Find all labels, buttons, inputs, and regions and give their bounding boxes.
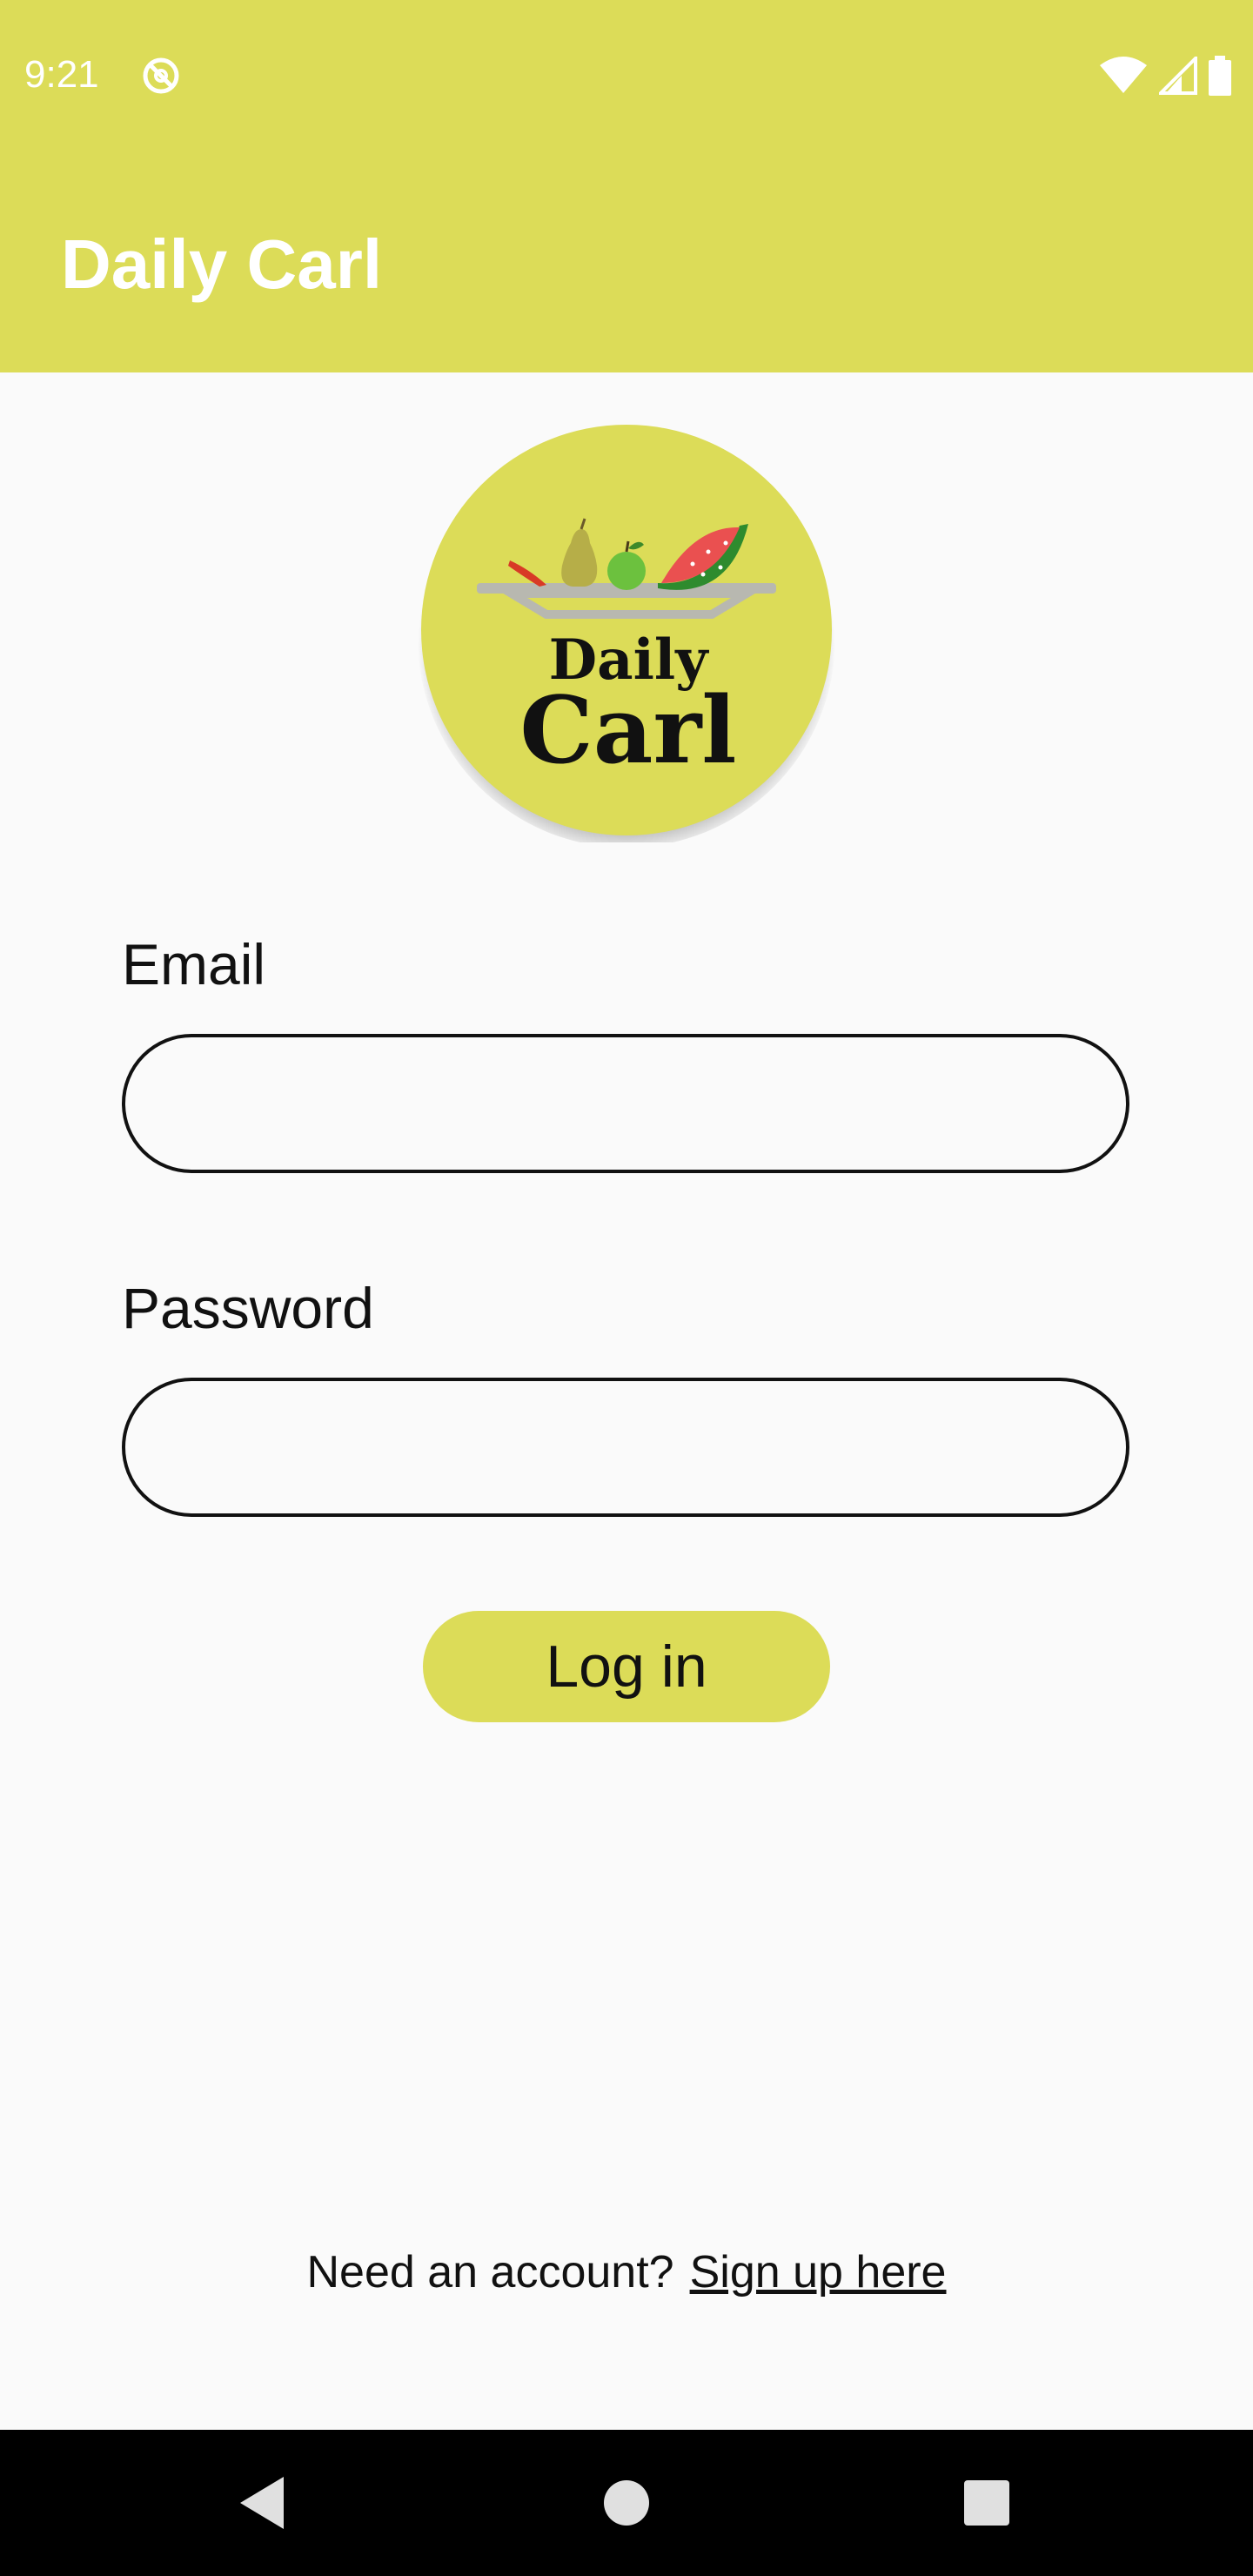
app-bar: Daily Carl bbox=[0, 150, 1253, 372]
signup-row: Need an account? Sign up here bbox=[0, 2244, 1253, 2301]
signup-link[interactable]: Sign up here bbox=[690, 2247, 947, 2298]
signup-prompt: Need an account? bbox=[306, 2247, 674, 2298]
status-icons bbox=[1098, 54, 1232, 97]
sync-disabled-icon bbox=[143, 57, 179, 94]
app-title: Daily Carl bbox=[61, 225, 383, 303]
email-field[interactable] bbox=[122, 1034, 1129, 1173]
home-icon[interactable] bbox=[592, 2468, 661, 2538]
daily-carl-logo: Daily Carl bbox=[418, 425, 835, 842]
status-bar: 9:21 bbox=[0, 0, 1253, 150]
logo-text-carl: Carl bbox=[519, 675, 736, 784]
back-icon[interactable] bbox=[230, 2468, 299, 2538]
wifi-icon bbox=[1100, 57, 1147, 93]
status-time: 9:21 bbox=[24, 53, 99, 96]
navigation-bar bbox=[0, 2430, 1253, 2576]
password-label: Password bbox=[122, 1276, 374, 1340]
cell-signal-icon bbox=[1159, 57, 1197, 95]
email-label: Email bbox=[122, 932, 266, 996]
battery-icon bbox=[1209, 56, 1231, 96]
login-button[interactable]: Log in bbox=[423, 1611, 830, 1722]
login-screen: 9:21 Daily Carl Daily Carl Email Passwor… bbox=[0, 0, 1253, 2576]
recents-icon[interactable] bbox=[952, 2468, 1022, 2538]
password-field[interactable] bbox=[122, 1378, 1129, 1517]
